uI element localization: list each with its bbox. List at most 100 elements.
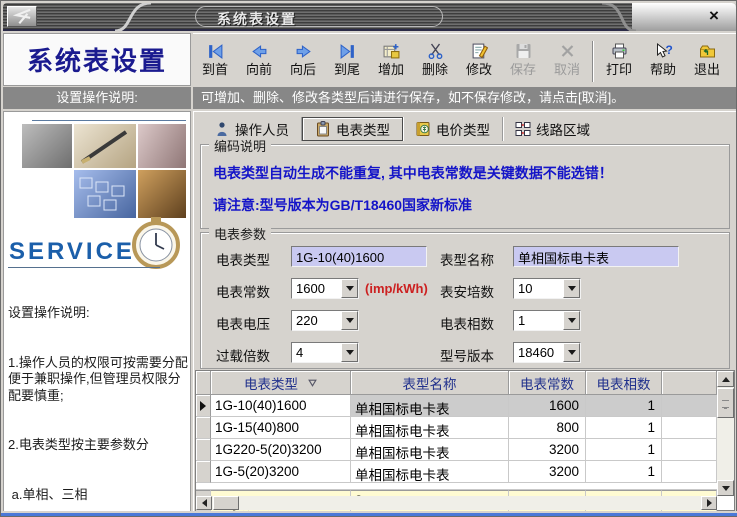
app-logo-icon[interactable] <box>7 6 37 27</box>
grid-header-row: 电表类型 表型名称 电表常数 电表相数 <box>196 371 717 395</box>
sort-indicator-icon <box>308 379 317 387</box>
chevron-down-icon[interactable] <box>341 343 358 362</box>
vertical-scrollbar[interactable] <box>717 371 734 496</box>
version-dropdown[interactable]: 18460 <box>513 342 581 363</box>
nav-prev-icon <box>251 40 268 62</box>
last-button[interactable]: 到尾 <box>325 37 369 86</box>
toolbar-separator <box>592 41 594 82</box>
table-row[interactable]: 1G220-5(20)3200 单相国标电卡表 3200 1 <box>196 439 717 461</box>
model-name-field[interactable] <box>513 246 679 267</box>
window-title: 系统表设置 <box>217 9 297 29</box>
edit-icon <box>471 40 488 62</box>
coding-note-1: 电表类型自动生成不能重复, 其中电表常数是关键数据不能选错！ <box>213 163 613 183</box>
current-row-marker-icon <box>200 401 206 411</box>
instructions-block: 设置操作说明: 1.操作人员的权限可按需要分配便于兼职操作,但管理员权限分配要慎… <box>8 272 190 517</box>
tab-line-region[interactable]: 线路区域 <box>503 117 602 141</box>
titlebar: 系统表设置 × <box>3 3 736 31</box>
collage-image-keyboard <box>74 170 136 218</box>
constant-label: 电表常数 <box>216 281 270 301</box>
close-button[interactable]: × <box>704 6 724 26</box>
phases-dropdown[interactable]: 1 <box>513 310 581 331</box>
meter-params-group: 电表参数 电表类型 表型名称 电表常数 1600 (imp/kWh) 表安培数 … <box>200 232 730 369</box>
cancel-x-icon <box>559 40 576 62</box>
col-header-phases[interactable]: 电表相数 <box>586 371 662 395</box>
toolbar: 到首 向前 向后 到尾 增加 删除 修改 保存 <box>193 33 736 86</box>
constant-dropdown[interactable]: 1600 <box>291 278 359 299</box>
chevron-down-icon[interactable] <box>341 311 358 330</box>
nav-next-icon <box>295 40 312 62</box>
version-label: 型号版本 <box>440 345 494 365</box>
table-row[interactable]: 1G-15(40)800 单相国标电卡表 800 1 <box>196 417 717 439</box>
next-button[interactable]: 向后 <box>281 37 325 86</box>
page-title-panel: 系统表设置 <box>3 33 191 86</box>
instructions-line: 设置操作说明: <box>8 305 190 322</box>
horizontal-scroll-thumb[interactable] <box>213 496 239 510</box>
clipboard-icon <box>315 121 331 137</box>
constant-unit: (imp/kWh) <box>365 281 428 296</box>
amperage-label: 表安培数 <box>440 281 494 301</box>
scroll-down-icon[interactable] <box>717 480 734 496</box>
main-panel: 操作人员 电表类型 电价类型 线路区域 编码说明 电表类型自动生成不能重复, 其… <box>193 111 736 513</box>
tab-meter-type[interactable]: 电表类型 <box>302 117 403 141</box>
help-cursor-icon: ? <box>654 40 673 62</box>
scroll-up-icon[interactable] <box>717 371 734 387</box>
chevron-down-icon[interactable] <box>341 279 358 298</box>
service-logo-text: SERVICE <box>9 238 135 266</box>
modify-button[interactable]: 修改 <box>457 37 501 86</box>
phases-label: 电表相数 <box>440 313 494 333</box>
titlebar-swoosh-left <box>113 3 153 31</box>
col-header-model-name[interactable]: 表型名称 <box>351 371 509 395</box>
service-underline <box>8 267 160 268</box>
window-bottom-border <box>1 513 737 516</box>
params-group-title: 电表参数 <box>209 224 271 243</box>
coding-notes-group: 编码说明 电表类型自动生成不能重复, 其中电表常数是关键数据不能选错！ 请注意:… <box>200 144 730 229</box>
meter-type-grid: 电表类型 表型名称 电表常数 电表相数 1G-10(40)1600 单相国标电卡… <box>195 370 735 511</box>
collage-image-tools <box>22 124 72 168</box>
chevron-down-icon[interactable] <box>563 279 580 298</box>
hint-message: 可增加、删除、修改各类型后请进行保存，如不保存修改，请点击[取消]。 <box>193 87 736 109</box>
collage-image-watchband <box>138 170 186 218</box>
add-button[interactable]: 增加 <box>369 37 413 86</box>
scissors-icon <box>427 40 444 62</box>
person-icon <box>214 121 230 137</box>
horizontal-scrollbar[interactable] <box>196 496 717 510</box>
delete-button[interactable]: 删除 <box>413 37 457 86</box>
save-button: 保存 <box>501 37 545 86</box>
floppy-save-icon <box>515 40 532 62</box>
meter-type-label: 电表类型 <box>216 249 270 269</box>
amperage-dropdown[interactable]: 10 <box>513 278 581 299</box>
exit-folder-icon <box>699 40 716 62</box>
price-book-icon <box>415 121 431 137</box>
print-button[interactable]: 打印 <box>597 37 641 86</box>
scroll-left-icon[interactable] <box>196 496 212 510</box>
coding-group-title: 编码说明 <box>209 136 271 155</box>
model-name-label: 表型名称 <box>440 249 494 269</box>
instructions-line: a.单相、三相 <box>8 487 190 504</box>
table-row[interactable]: 1G-5(20)3200 单相国标电卡表 3200 1 <box>196 461 717 483</box>
col-header-constant[interactable]: 电表常数 <box>509 371 586 395</box>
overload-dropdown[interactable]: 4 <box>291 342 359 363</box>
page-title: 系统表设置 <box>27 41 167 78</box>
app-window: 系统表设置 × 系统表设置 到首 向前 向后 到尾 增加 <box>0 0 737 517</box>
pocket-watch-image <box>126 216 186 270</box>
meter-type-field[interactable] <box>291 246 427 267</box>
help-button[interactable]: ? 帮助 <box>641 37 685 86</box>
grid-corner <box>196 371 211 395</box>
vertical-scroll-thumb[interactable] <box>717 388 734 418</box>
chevron-down-icon[interactable] <box>563 311 580 330</box>
grid-filler <box>196 483 717 490</box>
region-diagram-icon <box>515 121 531 137</box>
chevron-down-icon[interactable] <box>563 343 580 362</box>
overload-label: 过载倍数 <box>216 345 270 365</box>
scroll-right-icon[interactable] <box>701 496 717 510</box>
voltage-dropdown[interactable]: 220 <box>291 310 359 331</box>
col-header-meter-type[interactable]: 电表类型 <box>211 371 351 395</box>
table-row[interactable]: 1G-10(40)1600 单相国标电卡表 1600 1 <box>196 395 717 417</box>
sidebar-caption: 设置操作说明: <box>3 87 191 109</box>
first-button[interactable]: 到首 <box>193 37 237 86</box>
collage-rule <box>32 120 186 121</box>
exit-button[interactable]: 退出 <box>685 37 729 86</box>
svg-text:?: ? <box>665 43 672 57</box>
tab-price-type[interactable]: 电价类型 <box>403 117 503 141</box>
prev-button[interactable]: 向前 <box>237 37 281 86</box>
